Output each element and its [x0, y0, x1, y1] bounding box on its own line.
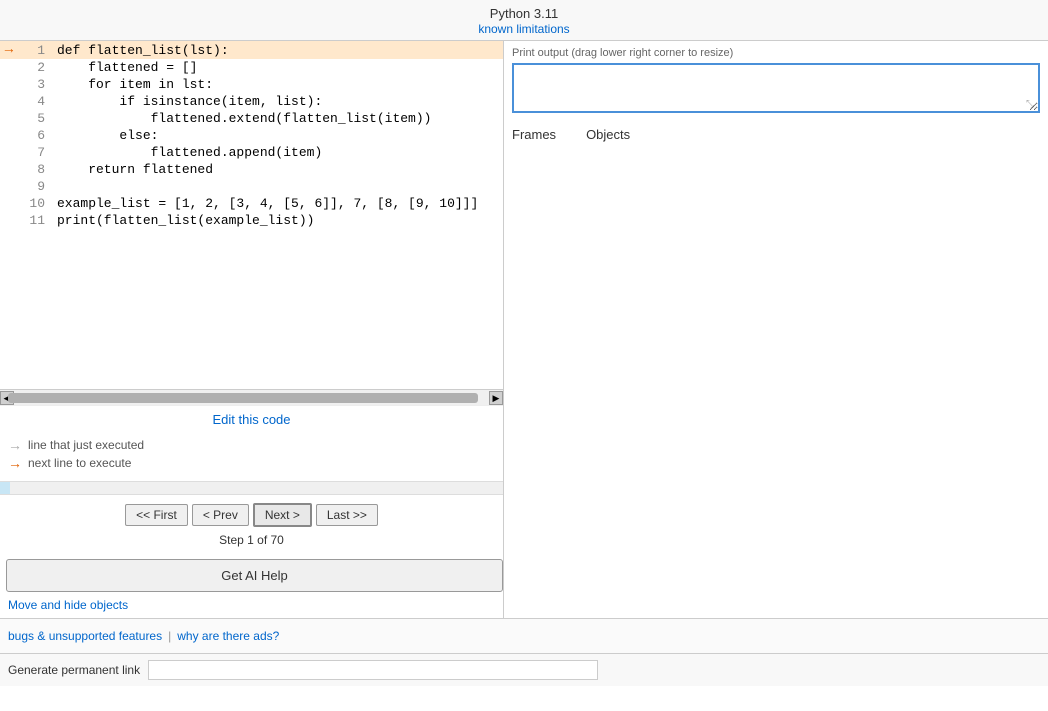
frames-tab[interactable]: Frames — [512, 127, 556, 142]
table-row: 5 flattened.extend(flatten_list(item)) — [0, 110, 503, 127]
progress-bar-fill — [0, 482, 10, 494]
line-arrow-indicator — [0, 178, 18, 195]
line-number: 9 — [18, 178, 53, 195]
executed-arrow-icon: → — [8, 437, 22, 453]
prev-button[interactable]: < Prev — [192, 504, 249, 526]
frames-objects-tabs: Frames Objects — [512, 123, 1040, 146]
separator: | — [168, 629, 171, 643]
table-row: 2 flattened = [] — [0, 59, 503, 76]
top-header: Python 3.11 known limitations — [0, 0, 1048, 41]
legend-executed: → line that just executed — [8, 437, 495, 453]
python-version: Python 3.11 — [0, 6, 1048, 21]
resize-handle-icon[interactable]: ⤡ — [1026, 99, 1036, 109]
legend-bar: → line that just executed → next line to… — [0, 433, 503, 477]
move-hide-link[interactable]: Move and hide objects — [8, 598, 495, 612]
line-arrow-indicator: → — [0, 41, 18, 59]
line-code: for item in lst: — [53, 76, 503, 93]
line-number: 4 — [18, 93, 53, 110]
left-panel: →1def flatten_list(lst):2 flattened = []… — [0, 41, 504, 618]
horizontal-scrollbar[interactable]: ◀ ▶ — [0, 389, 503, 405]
last-button[interactable]: Last >> — [316, 504, 378, 526]
line-number: 10 — [18, 195, 53, 212]
perm-link-label: Generate permanent link — [8, 663, 140, 677]
code-table: →1def flatten_list(lst):2 flattened = []… — [0, 41, 503, 229]
line-arrow-indicator — [0, 76, 18, 93]
edit-link-bar: Edit this code — [0, 405, 503, 433]
legend-executed-label: line that just executed — [28, 438, 144, 452]
line-code: flattened.extend(flatten_list(item)) — [53, 110, 503, 127]
table-row: →1def flatten_list(lst): — [0, 41, 503, 59]
known-limitations-link[interactable]: known limitations — [478, 22, 569, 36]
legend-next: → next line to execute — [8, 455, 495, 471]
next-arrow-icon: → — [8, 455, 22, 471]
navigation-buttons: << First < Prev Next > Last >> — [0, 499, 503, 531]
line-arrow-indicator — [0, 59, 18, 76]
ai-help-button[interactable]: Get AI Help — [6, 559, 503, 592]
line-number: 3 — [18, 76, 53, 93]
table-row: 11print(flatten_list(example_list)) — [0, 212, 503, 229]
bugs-link[interactable]: bugs & unsupported features — [8, 629, 162, 643]
code-area: →1def flatten_list(lst):2 flattened = []… — [0, 41, 503, 389]
line-number: 8 — [18, 161, 53, 178]
line-arrow-indicator — [0, 212, 18, 229]
line-code: def flatten_list(lst): — [53, 41, 503, 59]
line-code: example_list = [1, 2, [3, 4, [5, 6]], 7,… — [53, 195, 503, 212]
line-number: 11 — [18, 212, 53, 229]
objects-tab[interactable]: Objects — [586, 127, 630, 142]
line-code: if isinstance(item, list): — [53, 93, 503, 110]
line-arrow-indicator — [0, 195, 18, 212]
scroll-thumb[interactable] — [8, 393, 478, 403]
main-layout: →1def flatten_list(lst):2 flattened = []… — [0, 41, 1048, 618]
table-row: 7 flattened.append(item) — [0, 144, 503, 161]
table-row: 8 return flattened — [0, 161, 503, 178]
line-number: 6 — [18, 127, 53, 144]
line-arrow-indicator — [0, 110, 18, 127]
table-row: 3 for item in lst: — [0, 76, 503, 93]
line-code: print(flatten_list(example_list)) — [53, 212, 503, 229]
line-number: 1 — [18, 41, 53, 59]
edit-code-link[interactable]: Edit this code — [212, 412, 290, 427]
perm-link-bar: Generate permanent link — [0, 653, 1048, 686]
line-number: 7 — [18, 144, 53, 161]
ads-link[interactable]: why are there ads? — [177, 629, 279, 643]
table-row: 4 if isinstance(item, list): — [0, 93, 503, 110]
table-row: 10example_list = [1, 2, [3, 4, [5, 6]], … — [0, 195, 503, 212]
table-row: 6 else: — [0, 127, 503, 144]
scroll-right-arrow[interactable]: ▶ — [489, 391, 503, 405]
perm-link-input[interactable] — [148, 660, 598, 680]
table-row: 9 — [0, 178, 503, 195]
step-info: Step 1 of 70 — [0, 531, 503, 553]
legend-next-label: next line to execute — [28, 456, 131, 470]
line-number: 5 — [18, 110, 53, 127]
line-code: flattened.append(item) — [53, 144, 503, 161]
print-output-box[interactable]: ⤡ — [512, 63, 1040, 113]
right-panel: Print output (drag lower right corner to… — [504, 41, 1048, 618]
bottom-bar: bugs & unsupported features | why are th… — [0, 618, 1048, 653]
line-code: flattened = [] — [53, 59, 503, 76]
next-button[interactable]: Next > — [253, 503, 312, 527]
first-button[interactable]: << First — [125, 504, 188, 526]
progress-bar-container — [0, 481, 503, 495]
line-arrow-indicator — [0, 144, 18, 161]
print-output-label: Print output (drag lower right corner to… — [512, 47, 1040, 59]
line-arrow-indicator — [0, 161, 18, 178]
line-code: else: — [53, 127, 503, 144]
line-arrow-indicator — [0, 93, 18, 110]
line-arrow-indicator — [0, 127, 18, 144]
line-number: 2 — [18, 59, 53, 76]
line-code — [53, 178, 503, 195]
line-code: return flattened — [53, 161, 503, 178]
